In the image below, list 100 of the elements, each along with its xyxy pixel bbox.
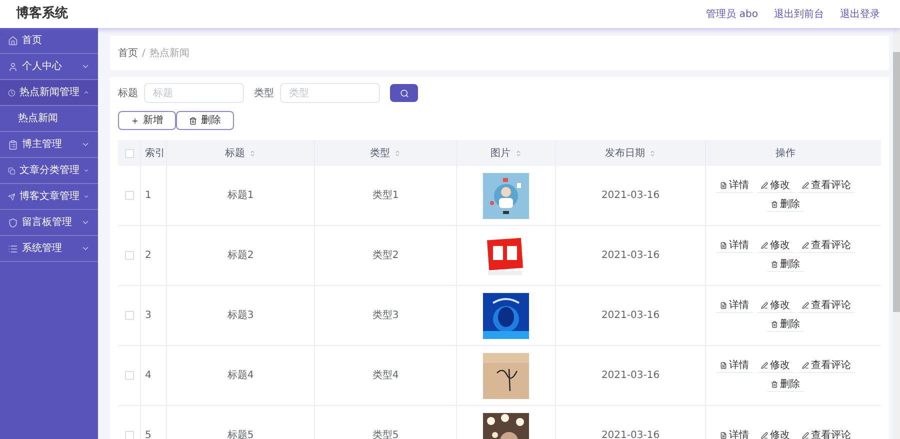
menu-item[interactable]: 留言板管理 xyxy=(0,210,98,236)
pen-icon xyxy=(802,432,809,438)
app-title: 博客系统 xyxy=(16,4,68,24)
menu-item[interactable]: 系统管理 xyxy=(0,236,98,262)
plus-icon xyxy=(131,116,139,124)
submenu-item[interactable]: 热点新闻 xyxy=(0,106,98,132)
action-button[interactable]: 查看评论 xyxy=(798,179,855,193)
header-link[interactable]: 退出登录 xyxy=(840,6,880,22)
action-button[interactable]: 删除 xyxy=(767,378,804,392)
pen-icon xyxy=(761,432,768,438)
filter-label: 类型 xyxy=(254,86,274,100)
table-cell-text: 2021-03-16 xyxy=(601,369,660,383)
table-cell-text: 标题4 xyxy=(227,368,254,383)
menu-item[interactable]: 博主管理 xyxy=(0,132,98,158)
checkbox[interactable] xyxy=(124,431,134,439)
action-button[interactable]: 修改 xyxy=(757,428,794,439)
breadcrumb-separator: / xyxy=(142,46,146,60)
column-header: 索引 xyxy=(145,146,165,160)
pen-icon xyxy=(802,182,809,189)
home-icon xyxy=(8,36,18,46)
document-icon xyxy=(720,302,727,309)
action-button[interactable]: 删除 xyxy=(767,318,804,332)
paper-plane-icon xyxy=(8,192,16,202)
table-cell-text: 2 xyxy=(145,249,152,263)
filter-field[interactable]: 类型 xyxy=(280,83,380,103)
column-header: 操作 xyxy=(776,146,796,160)
action-button[interactable]: 详情 xyxy=(716,179,753,193)
menu-label: 个人中心 xyxy=(22,60,63,74)
action-button[interactable]: 查看评论 xyxy=(798,299,855,313)
action-button[interactable]: 修改 xyxy=(757,359,794,373)
action-button[interactable]: 删除 xyxy=(767,198,804,212)
column-header[interactable]: 图片 xyxy=(490,146,522,160)
action-button[interactable]: 查看评论 xyxy=(798,359,855,373)
menu-label: 文章分类管理 xyxy=(19,164,80,178)
chevron-icon xyxy=(81,218,90,227)
pen-icon xyxy=(761,362,768,369)
pen-icon xyxy=(761,302,768,309)
toolbar-button[interactable]: 删除 xyxy=(176,111,234,130)
table-cell-text: 类型2 xyxy=(372,248,399,263)
action-button[interactable]: 详情 xyxy=(716,359,753,373)
menu-label: 系统管理 xyxy=(22,242,63,256)
header-link[interactable]: 管理员 abo xyxy=(706,6,758,22)
menu-label: 留言板管理 xyxy=(22,216,73,230)
shield-icon xyxy=(8,218,18,228)
action-button[interactable]: 修改 xyxy=(757,299,794,313)
pen-icon xyxy=(802,362,809,369)
document-icon xyxy=(720,362,727,369)
action-button[interactable]: 删除 xyxy=(767,258,804,272)
action-button[interactable]: 详情 xyxy=(716,299,753,313)
menu-label: 博主管理 xyxy=(22,138,63,152)
trash-icon xyxy=(771,201,778,208)
menu-item[interactable]: 文章分类管理 xyxy=(0,158,98,184)
document-icon xyxy=(720,182,727,189)
search-button[interactable] xyxy=(390,84,418,102)
sort-icon xyxy=(249,150,256,156)
table-cell-text: 3 xyxy=(145,309,152,323)
pen-icon xyxy=(802,242,809,249)
action-button[interactable]: 查看评论 xyxy=(798,239,855,253)
trash-icon xyxy=(771,321,778,328)
menu-item[interactable]: 热点新闻管理 xyxy=(0,80,98,106)
table-cell-text: 标题5 xyxy=(227,428,254,439)
checkbox[interactable] xyxy=(124,371,134,380)
action-button[interactable]: 修改 xyxy=(757,239,794,253)
action-button[interactable]: 详情 xyxy=(716,239,753,253)
action-button[interactable]: 详情 xyxy=(716,428,753,439)
sort-icon xyxy=(649,150,656,156)
checkbox[interactable] xyxy=(124,148,134,158)
checkbox[interactable] xyxy=(124,251,134,260)
search-icon xyxy=(400,88,408,98)
column-header[interactable]: 类型 xyxy=(370,146,401,160)
copy-icon xyxy=(8,166,16,176)
table-cell-text: 2021-03-16 xyxy=(601,309,660,323)
toolbar-button[interactable]: 新增 xyxy=(118,111,176,130)
document-icon xyxy=(720,242,727,249)
table-cell-text: 2021-03-16 xyxy=(601,429,660,439)
action-button[interactable]: 修改 xyxy=(757,179,794,193)
header-link[interactable]: 退出到前台 xyxy=(774,6,824,22)
checkbox[interactable] xyxy=(124,311,134,320)
document-icon xyxy=(720,432,727,438)
action-button[interactable]: 查看评论 xyxy=(798,428,855,439)
menu-item[interactable]: 首页 xyxy=(0,28,98,54)
table-cell-text: 5 xyxy=(145,429,152,439)
trash-icon xyxy=(189,116,197,124)
column-header[interactable]: 标题 xyxy=(225,146,256,160)
menu-label: 首页 xyxy=(22,34,43,48)
pen-icon xyxy=(761,242,768,249)
table-cell-text: 2021-03-16 xyxy=(601,189,660,203)
checkbox[interactable] xyxy=(124,191,134,200)
breadcrumb-item[interactable]: 首页 xyxy=(118,46,138,60)
menu-label: 热点新闻管理 xyxy=(19,86,80,100)
trash-icon xyxy=(771,261,778,268)
column-header[interactable]: 发布日期 xyxy=(605,146,656,160)
table-cell-text: 类型1 xyxy=(372,188,399,203)
table-cell-text: 2021-03-16 xyxy=(601,249,660,263)
pen-icon xyxy=(761,182,768,189)
chevron-icon xyxy=(81,244,90,253)
breadcrumb-item: 热点新闻 xyxy=(149,46,190,60)
scrollbar[interactable] xyxy=(893,28,900,439)
menu-item[interactable]: 博客文章管理 xyxy=(0,184,98,210)
filter-field[interactable]: 标题 xyxy=(144,83,244,103)
